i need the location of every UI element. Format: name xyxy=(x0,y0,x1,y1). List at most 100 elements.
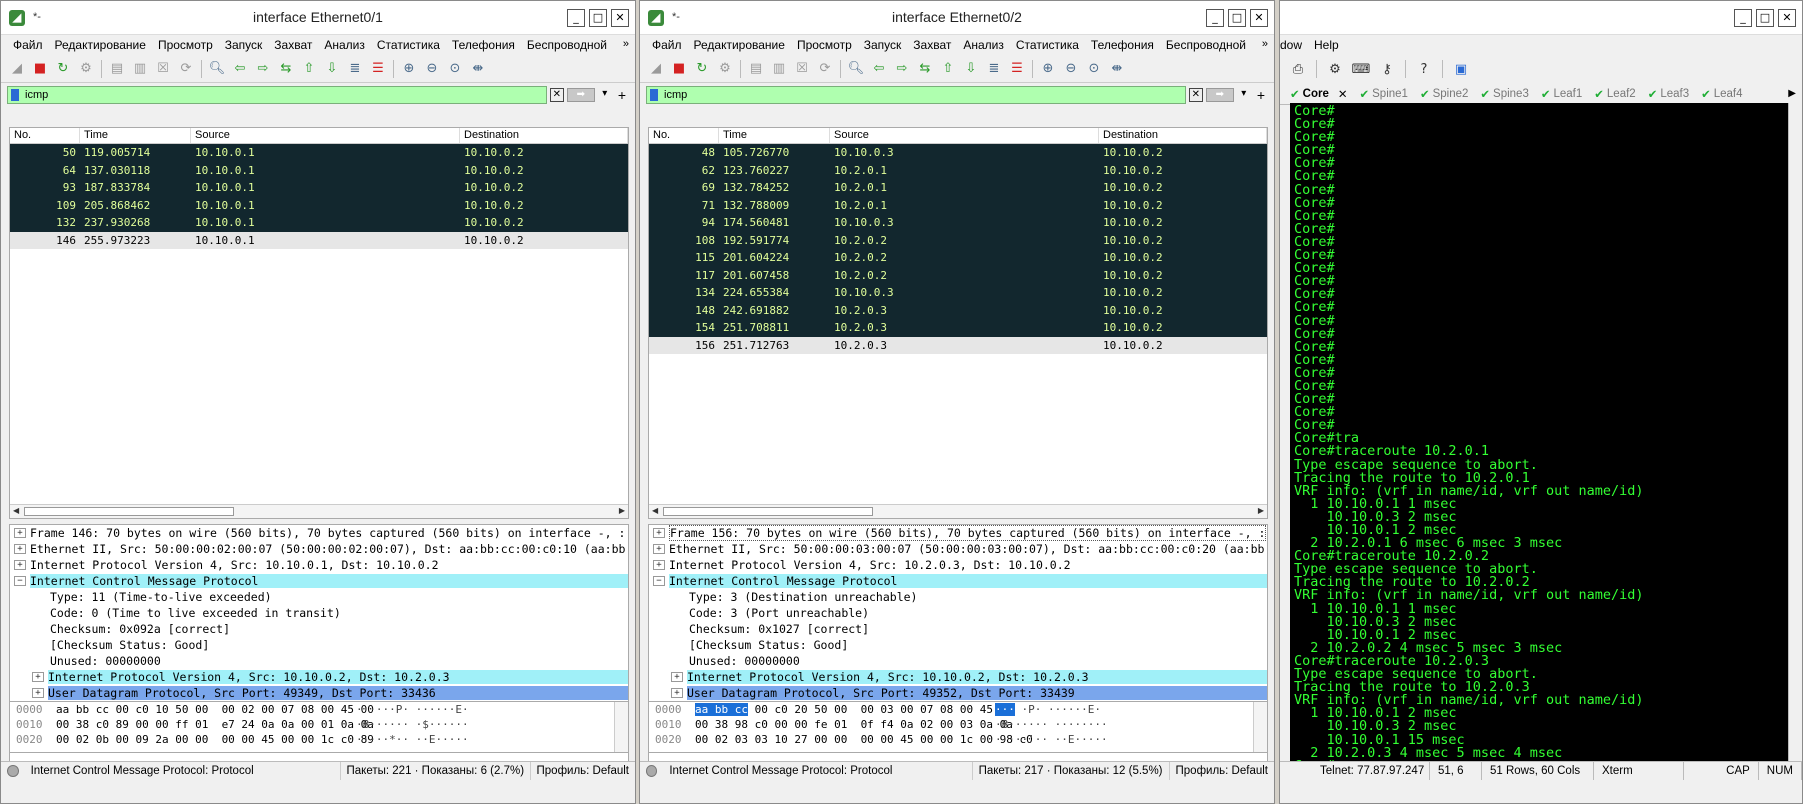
minimize-button[interactable]: _ xyxy=(1734,9,1752,27)
bytes-hex[interactable]: 00 02 03 03 10 27 00 00 00 00 45 00 00 1… xyxy=(695,732,1033,747)
packet-list-hscrollbar[interactable]: ◀ ▶ xyxy=(649,504,1267,518)
last-packet-icon[interactable]: ⇩ xyxy=(322,59,342,79)
bytes-hex[interactable]: aa bb cc 00 c0 10 50 00 00 02 00 07 08 0… xyxy=(56,702,374,717)
tab-spine3[interactable]: ✔ Spine3 xyxy=(1480,87,1528,101)
find-packet-icon[interactable]: 🔍︎ xyxy=(207,59,227,79)
filter-dropdown-icon[interactable]: ▾ xyxy=(598,88,612,102)
table-row[interactable]: 69 132.784252 10.2.0.1 10.10.0.2 xyxy=(649,179,1267,197)
col-no[interactable]: No. xyxy=(10,128,80,143)
tabs-scroll-right-icon[interactable]: ▶ xyxy=(1788,88,1796,99)
tab-leaf2[interactable]: ✔ Leaf2 xyxy=(1594,87,1635,101)
col-time[interactable]: Time xyxy=(80,128,191,143)
maximize-button[interactable]: □ xyxy=(589,9,607,27)
menu-edit[interactable]: Редактирование xyxy=(49,38,152,52)
detail-row[interactable]: Code: 0 (Time to live exceeded in transi… xyxy=(10,605,628,621)
expand-icon[interactable]: + xyxy=(32,688,44,698)
autoscroll-icon[interactable]: ≣ xyxy=(984,59,1004,79)
table-row[interactable]: 93 187.833784 10.10.0.1 10.10.0.2 xyxy=(10,179,628,197)
table-row[interactable]: 64 137.030118 10.10.0.1 10.10.0.2 xyxy=(10,161,628,179)
key-icon[interactable]: ⚷ xyxy=(1377,59,1397,79)
menu-go[interactable]: Запуск xyxy=(219,38,269,52)
table-row[interactable]: 132 237.930268 10.10.0.1 10.10.0.2 xyxy=(10,214,628,232)
menu-file[interactable]: Файл xyxy=(7,38,49,52)
open-file-icon[interactable]: ▤ xyxy=(746,59,766,79)
expand-icon[interactable]: + xyxy=(32,672,44,682)
stop-capture-icon[interactable]: ■ xyxy=(30,59,50,79)
bytes-ascii[interactable]: ··· ·P· ······E· xyxy=(995,702,1101,717)
packet-list-hscrollbar[interactable]: ◀ ▶ xyxy=(10,504,628,518)
add-filter-button-icon[interactable]: + xyxy=(1254,87,1268,103)
bytes-hex[interactable]: 00 02 0b 00 09 2a 00 00 00 00 45 00 00 1… xyxy=(56,732,374,747)
bytes-ascii[interactable]: ·8······ ·$······ xyxy=(356,717,469,732)
start-capture-icon[interactable]: ◢ xyxy=(646,59,666,79)
bytes-hex[interactable]: 00 38 c0 89 00 00 ff 01 e7 24 0a 0a 00 0… xyxy=(56,717,374,732)
status-profile[interactable]: Профиль: Default xyxy=(1170,762,1274,780)
minimize-button[interactable]: _ xyxy=(567,9,585,27)
resize-columns-icon[interactable]: ⇼ xyxy=(1107,59,1127,79)
capture-options-icon[interactable]: ⚙ xyxy=(715,59,735,79)
table-row[interactable]: 154 251.708811 10.2.0.3 10.10.0.2 xyxy=(649,319,1267,337)
filter-bookmark-icon[interactable] xyxy=(11,89,19,101)
tab-core[interactable]: ✔ Core ✕ xyxy=(1290,87,1347,101)
normal-size-icon[interactable]: ⊙ xyxy=(445,59,465,79)
filter-bookmark-icon[interactable] xyxy=(650,89,658,101)
apply-filter-button[interactable]: ➡ xyxy=(566,88,595,102)
session-manager-icon[interactable]: ▣ xyxy=(1451,59,1471,79)
expand-icon[interactable]: + xyxy=(671,672,683,682)
tab-close-icon[interactable]: ✕ xyxy=(1338,87,1348,101)
tab-spine1[interactable]: ✔ Spine1 xyxy=(1359,87,1407,101)
detail-row[interactable]: + User Datagram Protocol, Src Port: 49349… xyxy=(10,685,628,701)
colorize-icon[interactable]: ☰ xyxy=(368,59,388,79)
zoom-out-icon[interactable]: ⊖ xyxy=(1061,59,1081,79)
collapse-icon[interactable]: − xyxy=(653,576,665,586)
go-forward-icon[interactable]: ⇨ xyxy=(892,59,912,79)
menu-telephony[interactable]: Телефония xyxy=(1085,38,1160,52)
terminal-output[interactable]: Core# Core# Core# Core# Core# Core# Core# Core#… xyxy=(1290,103,1788,771)
menu-overflow-icon[interactable]: » xyxy=(1262,38,1268,50)
go-to-packet-icon[interactable]: ⇆ xyxy=(915,59,935,79)
collapse-icon[interactable]: − xyxy=(14,576,26,586)
zoom-out-icon[interactable]: ⊖ xyxy=(422,59,442,79)
expand-icon[interactable]: + xyxy=(653,544,665,554)
detail-row[interactable]: + Ethernet II, Src: 50:00:00:02:00:07 (50… xyxy=(10,541,628,557)
detail-row[interactable]: + Internet Protocol Version 4, Src: 10.10… xyxy=(10,557,628,573)
bytes-hex[interactable]: aa bb cc 00 c0 20 50 00 00 03 00 07 08 0… xyxy=(695,702,1013,717)
clear-filter-icon[interactable]: ✕ xyxy=(549,88,564,102)
table-row[interactable]: 134 224.655384 10.10.0.3 10.10.0.2 xyxy=(649,284,1267,302)
detail-row[interactable]: Code: 3 (Port unreachable) xyxy=(649,605,1267,621)
menu-file[interactable]: Файл xyxy=(646,38,688,52)
last-packet-icon[interactable]: ⇩ xyxy=(961,59,981,79)
table-row[interactable]: 71 132.788009 10.2.0.1 10.10.0.2 xyxy=(649,196,1267,214)
menu-window[interactable]: dow xyxy=(1280,38,1308,52)
clear-filter-icon[interactable]: ✕ xyxy=(1188,88,1203,102)
autoscroll-icon[interactable]: ≣ xyxy=(345,59,365,79)
resize-columns-icon[interactable]: ⇼ xyxy=(468,59,488,79)
menu-help[interactable]: Help xyxy=(1308,38,1345,52)
add-filter-button-icon[interactable]: + xyxy=(615,87,629,103)
minimize-button[interactable]: _ xyxy=(1206,9,1224,27)
close-file-icon[interactable]: ☒ xyxy=(792,59,812,79)
bytes-hex[interactable]: 00 38 98 c0 00 00 fe 01 0f f4 0a 02 00 0… xyxy=(695,717,1013,732)
go-to-packet-icon[interactable]: ⇆ xyxy=(276,59,296,79)
display-filter-input[interactable]: icmp xyxy=(646,86,1186,104)
terminal-vscrollbar[interactable] xyxy=(1788,103,1802,771)
find-packet-icon[interactable]: 🔍︎ xyxy=(846,59,866,79)
reload-file-icon[interactable]: ⟳ xyxy=(176,59,196,79)
tab-leaf4[interactable]: ✔ Leaf4 xyxy=(1701,87,1742,101)
start-capture-icon[interactable]: ◢ xyxy=(7,59,27,79)
tab-leaf1[interactable]: ✔ Leaf1 xyxy=(1541,87,1582,101)
display-filter-input[interactable]: icmp xyxy=(7,86,547,104)
menu-go[interactable]: Запуск xyxy=(858,38,908,52)
title-bar[interactable]: ◢ *- interface Ethernet0/2 _ □ ✕ xyxy=(640,1,1274,35)
go-back-icon[interactable]: ⇦ xyxy=(230,59,250,79)
bytes-ascii[interactable]: ·8······ ········ xyxy=(995,717,1108,732)
col-no[interactable]: No. xyxy=(649,128,719,143)
tab-spine2[interactable]: ✔ Spine2 xyxy=(1420,87,1468,101)
colorize-icon[interactable]: ☰ xyxy=(1007,59,1027,79)
detail-row[interactable]: [Checksum Status: Good] xyxy=(10,637,628,653)
detail-row[interactable]: + Frame 156: 70 bytes on wire (560 bits),… xyxy=(649,525,1267,541)
zoom-in-icon[interactable]: ⊕ xyxy=(1038,59,1058,79)
maximize-button[interactable]: □ xyxy=(1228,9,1246,27)
expand-icon[interactable]: + xyxy=(14,560,26,570)
reload-file-icon[interactable]: ⟳ xyxy=(815,59,835,79)
